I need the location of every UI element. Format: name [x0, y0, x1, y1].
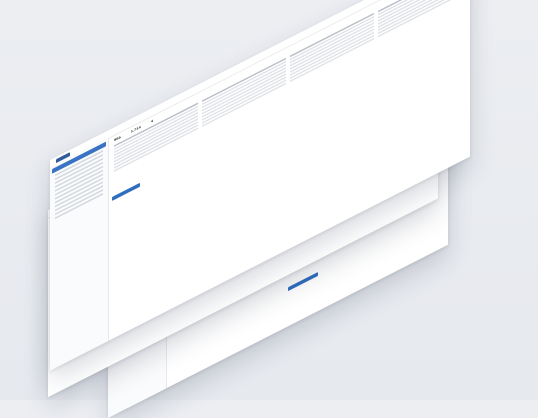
stage: 966 1.714 4 [0, 0, 538, 418]
kpi-value: 4 [150, 118, 153, 124]
sidebar [50, 137, 109, 371]
kpi-card: 4 [151, 118, 153, 123]
